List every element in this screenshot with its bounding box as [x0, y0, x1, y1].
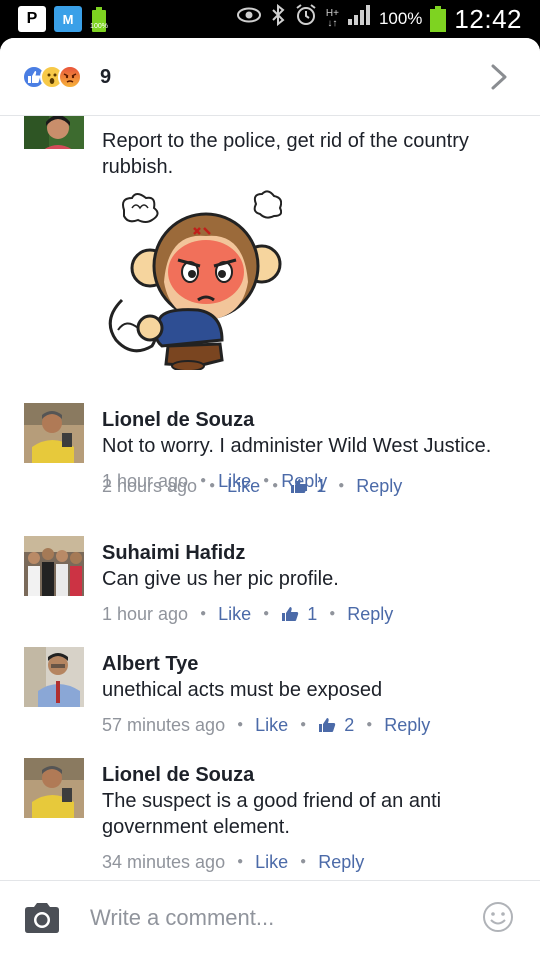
reply-link[interactable]: Reply [318, 850, 364, 874]
like-link[interactable]: Like [255, 713, 288, 737]
reactions-summary[interactable]: 9 [0, 38, 540, 116]
reply-link[interactable]: Reply [384, 713, 430, 737]
like-count[interactable]: 2 [318, 713, 354, 737]
comment-input[interactable]: Write a comment... [90, 905, 274, 931]
battery-full-notification-icon: 100% [90, 6, 108, 32]
battery-percent: 100% [378, 9, 423, 28]
angry-reaction-icon [58, 65, 82, 89]
like-count-value: 2 [344, 715, 355, 735]
reply-link[interactable]: Reply [347, 602, 393, 626]
comment-meta: 34 minutes ago ● Like ● Reply [102, 850, 512, 874]
comment-timestamp: 1 hour ago [102, 471, 189, 491]
separator-dot: ● [300, 719, 307, 730]
separator-dot: ● [263, 608, 270, 619]
battery-notification-label: 100% [90, 23, 108, 30]
like-link[interactable]: Like [218, 469, 251, 493]
comment-meta: 1 hour ago ● Like ● 1 ● Reply [102, 602, 512, 626]
comments-sheet: 9 Report to the police, get rid of the c… [0, 38, 540, 960]
alarm-icon [294, 3, 318, 36]
app-notification-icon: P [18, 6, 46, 32]
commenter-avatar[interactable] [24, 116, 84, 149]
separator-dot: ● [237, 719, 244, 730]
separator-dot: ● [366, 719, 373, 730]
comment-text: The suspect is a good friend of an anti … [102, 790, 442, 838]
chevron-right-icon[interactable] [484, 60, 514, 94]
bluetooth-icon [270, 3, 286, 36]
commenter-name[interactable]: Lionel de Souza [102, 407, 512, 433]
commenter-avatar[interactable] [24, 758, 84, 818]
comment-timestamp: 1 hour ago [102, 604, 189, 624]
battery-icon [430, 6, 447, 32]
network-type-icon: H+ ↓↑ [326, 9, 339, 29]
commenter-avatar[interactable] [24, 536, 84, 596]
camera-icon[interactable] [22, 901, 62, 935]
comment-text: Can give us her pic profile. [102, 568, 339, 590]
comment-text: Report to the police, get rid of the cou… [102, 130, 469, 178]
thumbs-up-icon [319, 718, 336, 732]
comment-text: unethical acts must be exposed [102, 679, 383, 701]
comment-composer: Write a comment... [0, 880, 540, 960]
reaction-count: 9 [100, 66, 112, 88]
network-activity-label: ↓↑ [327, 18, 338, 29]
commenter-avatar[interactable] [24, 647, 84, 707]
mail-notification-icon: M [54, 6, 82, 32]
separator-dot: ● [237, 856, 244, 867]
thumbs-up-icon [282, 607, 299, 621]
reply-link[interactable]: Reply [281, 469, 327, 493]
like-link[interactable]: Like [255, 850, 288, 874]
separator-dot: ● [200, 608, 207, 619]
like-count[interactable]: 1 [281, 602, 317, 626]
commenter-name[interactable]: Albert Tye [102, 651, 512, 677]
comment-timestamp: 34 minutes ago [102, 852, 226, 872]
status-bar: P M 100% H+ ↓↑ 100% 12:42 [0, 0, 540, 38]
separator-dot: ● [200, 475, 207, 486]
separator-dot: ● [300, 856, 307, 867]
signal-strength-icon [347, 4, 371, 35]
reaction-icons [22, 65, 82, 89]
commenter-avatar[interactable] [24, 403, 84, 463]
comments-list[interactable]: Report to the police, get rid of the cou… [0, 116, 540, 880]
separator-dot: ● [329, 608, 336, 619]
like-count-value: 1 [307, 604, 318, 624]
angry-monkey-sticker [102, 190, 283, 372]
comment-meta: 57 minutes ago ● Like ● 2 ● Reply [102, 713, 512, 737]
commenter-name[interactable]: Lionel de Souza [102, 762, 512, 788]
clock: 12:42 [454, 3, 522, 34]
separator-dot: ● [263, 475, 270, 486]
like-link[interactable]: Like [218, 602, 251, 626]
comment-timestamp: 57 minutes ago [102, 715, 226, 735]
comment-text: Not to worry. I administer Wild West Jus… [102, 435, 492, 457]
emoji-icon[interactable] [482, 901, 514, 933]
commenter-name[interactable]: Suhaimi Hafidz [102, 540, 512, 566]
eye-icon [236, 4, 262, 34]
comment-meta: 1 hour ago ● Like ● Reply [102, 469, 512, 493]
